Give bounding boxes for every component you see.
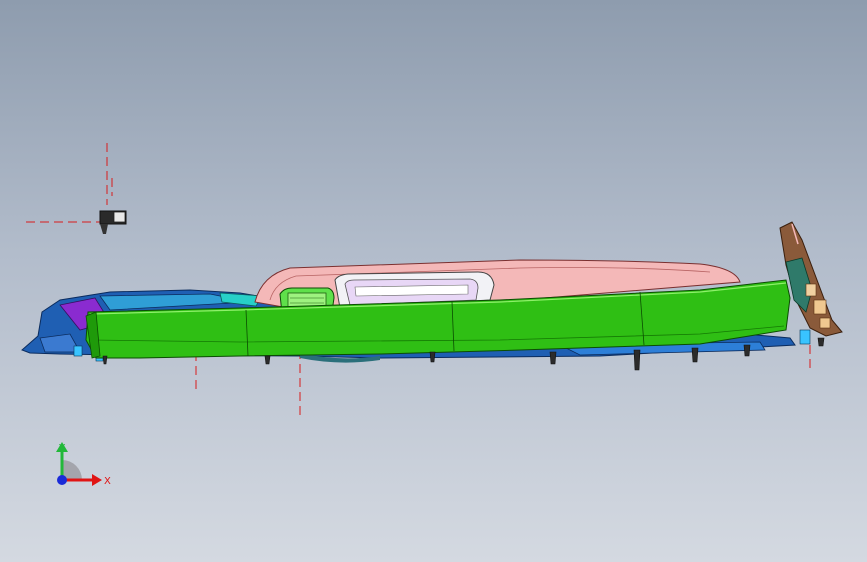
axis-triad: Y X [56, 442, 111, 487]
model-view[interactable] [0, 0, 867, 562]
y-axis-label: Y [58, 443, 66, 454]
detached-clip-part[interactable] [99, 210, 127, 234]
x-axis-label: X [104, 476, 111, 487]
cad-viewport[interactable]: Y X [0, 0, 867, 562]
rear-bracket-part[interactable] [779, 221, 843, 337]
z-axis-dot-icon [57, 475, 67, 485]
x-axis-arrow-icon [92, 474, 102, 486]
